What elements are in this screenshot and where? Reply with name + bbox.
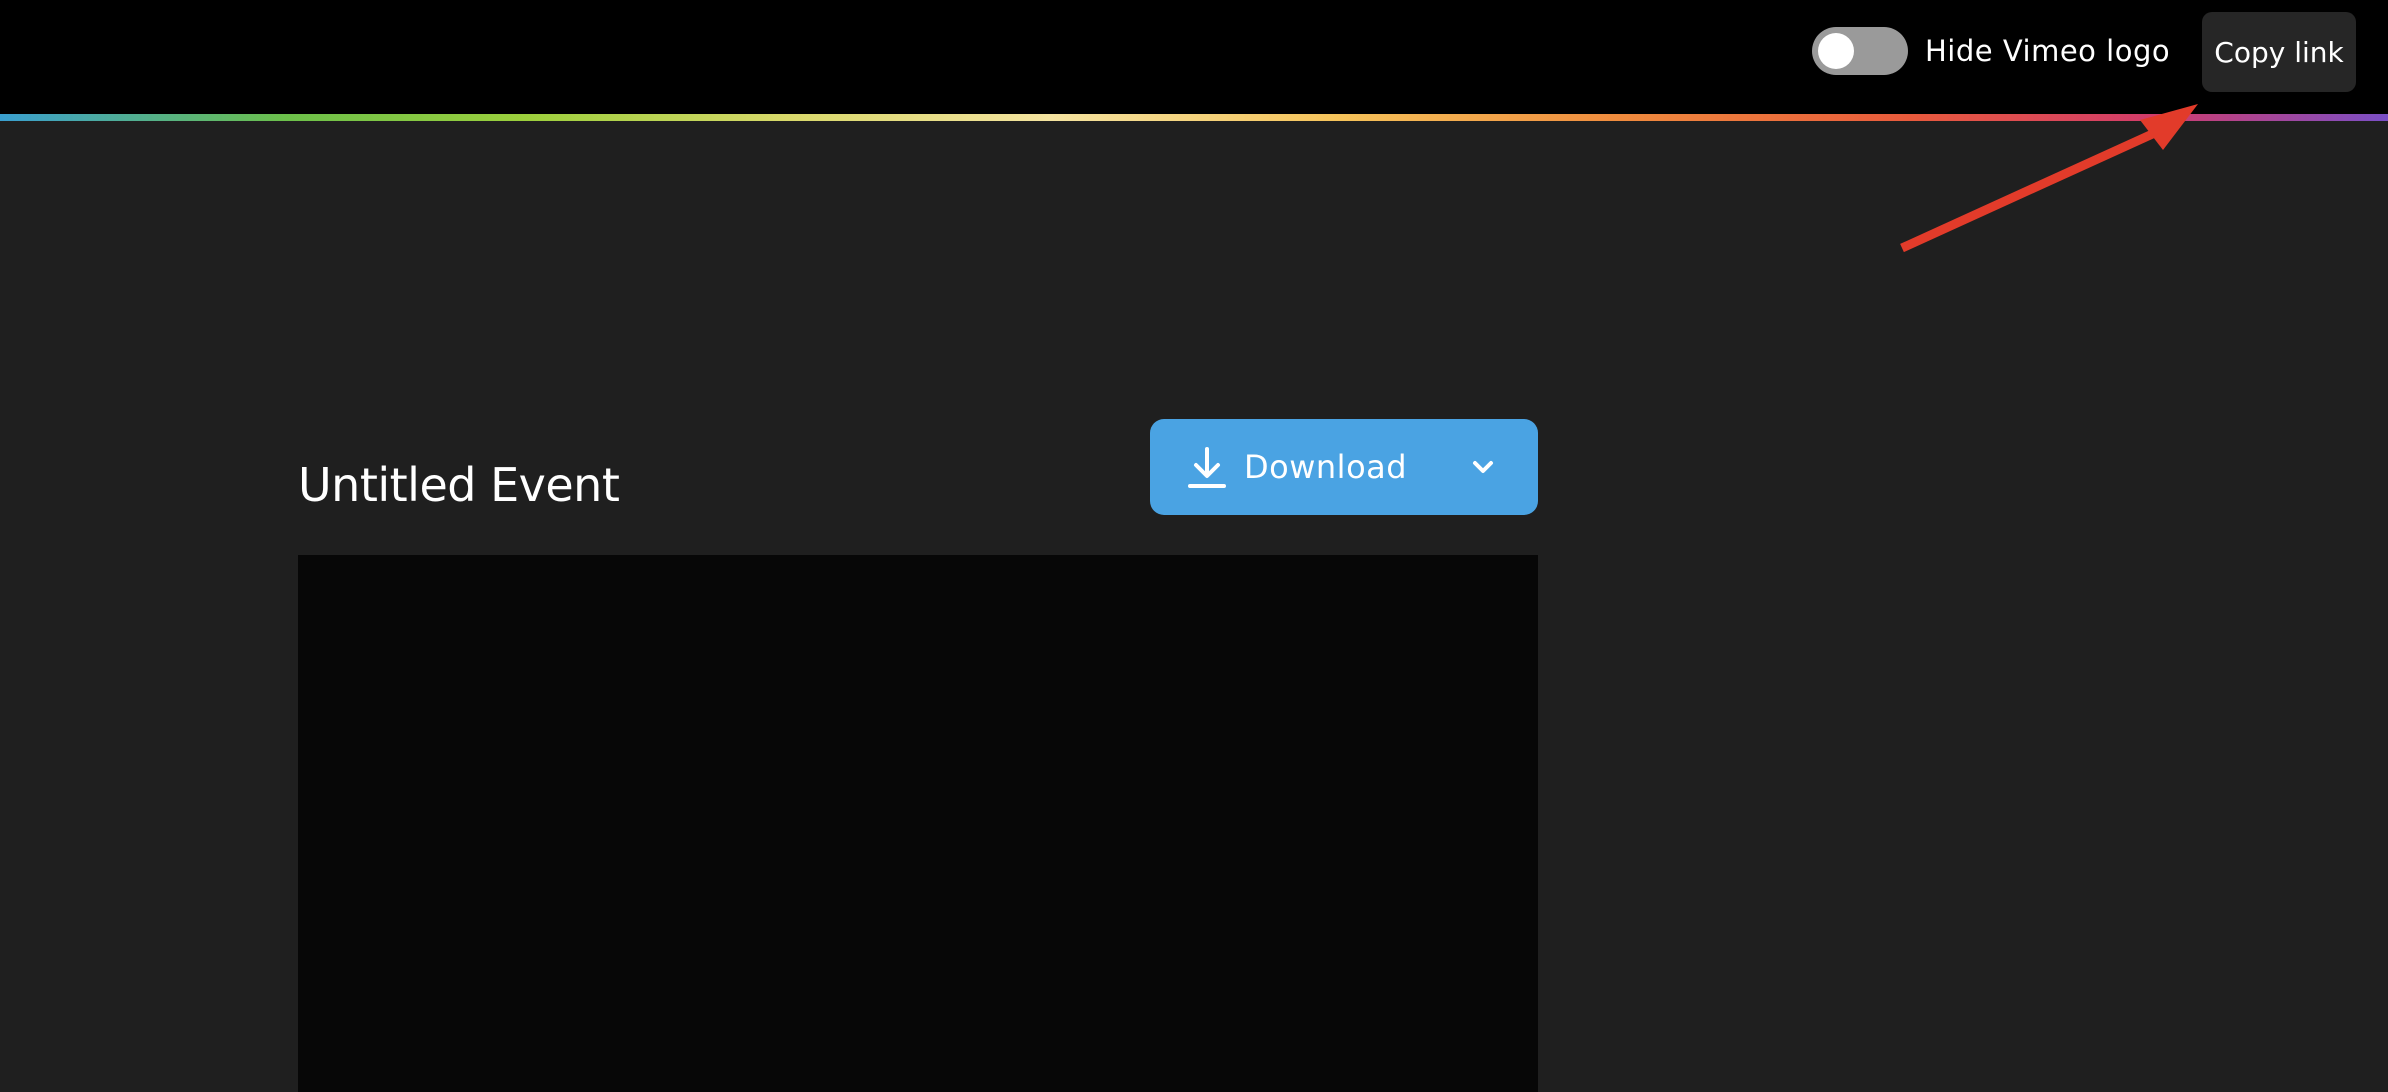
- chevron-down-icon[interactable]: [1470, 456, 1496, 478]
- video-player[interactable]: [298, 555, 1538, 1092]
- copy-link-button[interactable]: Copy link: [2202, 12, 2356, 92]
- toggle-knob: [1818, 33, 1854, 69]
- hide-logo-toggle-group[interactable]: Hide Vimeo logo: [1812, 27, 2170, 75]
- hide-vimeo-logo-toggle[interactable]: [1812, 27, 1908, 75]
- download-icon: [1188, 447, 1226, 488]
- download-label: Download: [1244, 448, 1408, 486]
- page-title: Untitled Event: [298, 458, 620, 512]
- rainbow-divider: [0, 114, 2388, 121]
- top-bar: Hide Vimeo logo Copy link: [0, 0, 2388, 116]
- toggle-label: Hide Vimeo logo: [1925, 34, 2171, 68]
- download-button[interactable]: Download: [1150, 419, 1538, 515]
